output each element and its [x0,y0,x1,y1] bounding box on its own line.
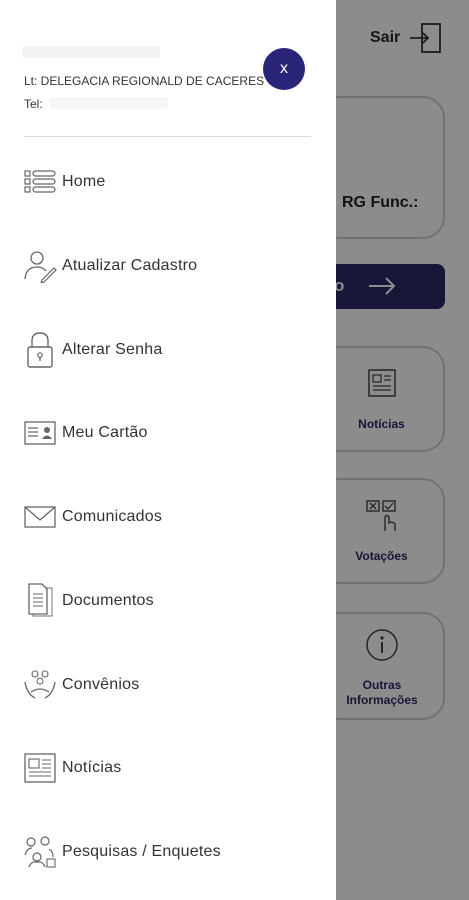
newspaper-icon [22,750,58,786]
menu-item-home[interactable]: Home [22,162,322,202]
menu-label-atualizar-cadastro: Atualizar Cadastro [62,257,198,274]
list-icon [22,164,58,200]
envelope-icon [22,499,58,535]
navigation-drawer: Lt: DELEGACIA REGIONALD DE CACERES Tel: … [0,0,336,900]
menu-label-noticias: Notícias [62,759,122,776]
menu-item-convenios[interactable]: Convênios [22,665,322,705]
user-tel-label: Tel: [24,97,43,111]
menu-label-home: Home [62,173,106,190]
menu-label-comunicados: Comunicados [62,508,163,525]
partnership-icon [22,667,58,703]
header-divider [24,136,311,137]
menu-item-atualizar-cadastro[interactable]: Atualizar Cadastro [22,246,322,286]
menu-item-pesquisas[interactable]: Pesquisas / Enquetes [22,832,322,872]
documents-icon [22,583,58,619]
user-tel-redacted [50,97,168,109]
menu-item-meu-cartao[interactable]: Meu Cartão [22,413,322,453]
menu-item-comunicados[interactable]: Comunicados [22,497,322,537]
menu-label-convenios: Convênios [62,676,140,693]
menu-label-alterar-senha: Alterar Senha [62,341,163,358]
id-card-icon [22,415,58,451]
menu-label-documentos: Documentos [62,592,154,609]
close-drawer-button[interactable]: x [263,48,305,90]
user-name-redacted [22,46,160,58]
menu-item-alterar-senha[interactable]: Alterar Senha [22,330,322,370]
user-edit-icon [22,248,58,284]
close-label: x [280,60,288,77]
user-lotacao: Lt: DELEGACIA REGIONALD DE CACERES [24,74,265,88]
survey-icon [22,834,58,870]
lock-icon [22,332,58,368]
menu-label-pesquisas: Pesquisas / Enquetes [62,843,221,860]
menu-item-documentos[interactable]: Documentos [22,581,322,621]
menu-label-meu-cartao: Meu Cartão [62,424,148,441]
menu-item-noticias[interactable]: Notícias [22,748,322,788]
